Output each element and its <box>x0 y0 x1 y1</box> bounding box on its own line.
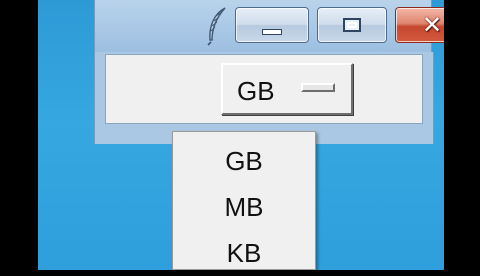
window-client-area: GB <box>105 54 423 124</box>
minimize-button[interactable] <box>235 7 309 43</box>
option-menu-indicator <box>301 83 335 92</box>
menu-item-mb[interactable]: MB <box>173 184 315 230</box>
feather-icon <box>207 7 226 46</box>
selected-unit-label: GB <box>237 76 275 106</box>
menu-item-gb[interactable]: GB <box>173 138 315 184</box>
unit-dropdown-menu: GB MB KB <box>172 131 316 270</box>
title-bar[interactable]: ✕ <box>94 0 444 52</box>
menu-item-kb[interactable]: KB <box>173 230 315 276</box>
close-button[interactable]: ✕ <box>395 7 444 43</box>
unit-option-menu[interactable]: GB <box>221 63 353 115</box>
maximize-button[interactable] <box>317 7 387 43</box>
minimize-icon <box>262 29 282 35</box>
close-icon: ✕ <box>421 11 443 39</box>
maximize-icon <box>343 18 361 32</box>
